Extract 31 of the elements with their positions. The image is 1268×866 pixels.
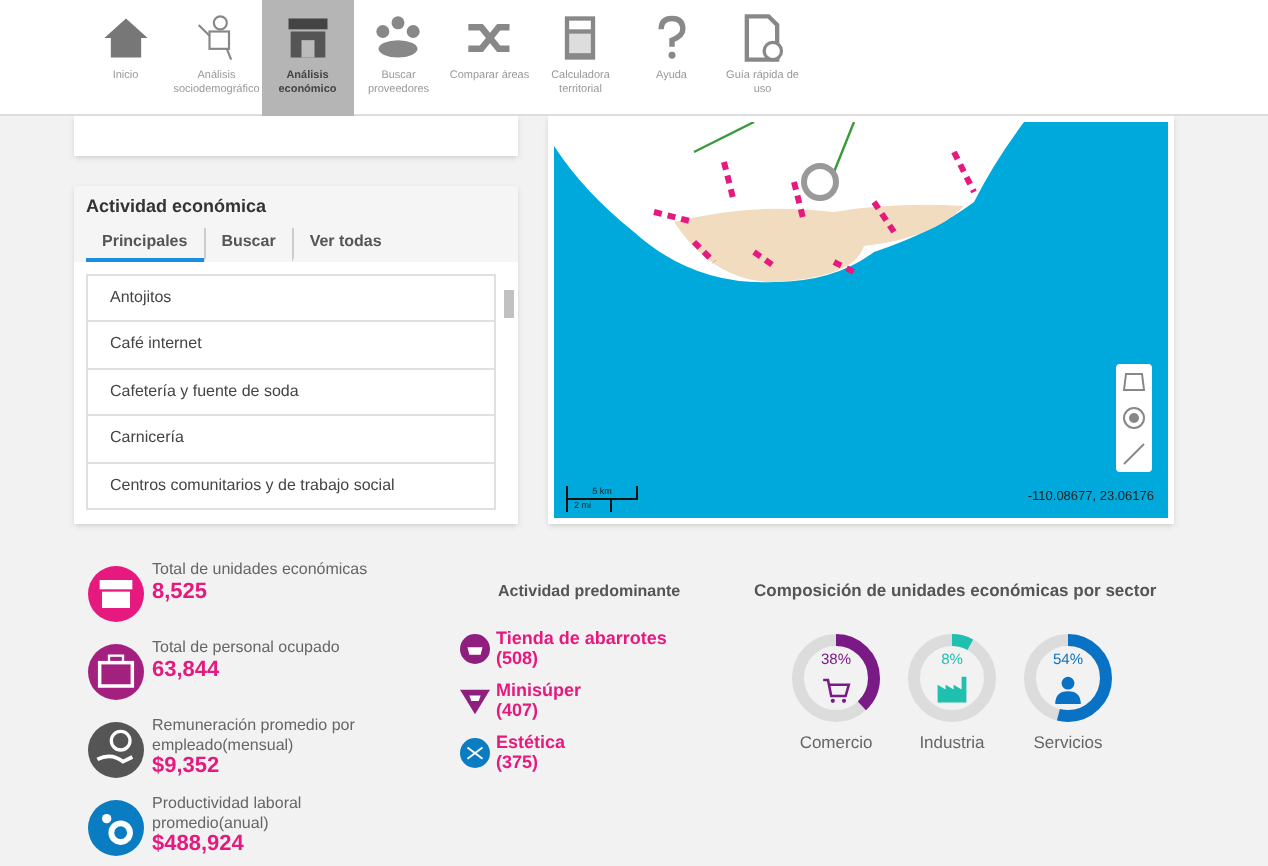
stat-label: Productividad laboral promedio(anual) xyxy=(152,794,304,832)
sector-label: Industria xyxy=(919,729,985,755)
section-title: Composición de unidades económicas por sector xyxy=(754,578,1157,604)
stat-label: Total de unidades económicas xyxy=(152,560,368,579)
stat-label: Total de personal ocupado xyxy=(152,638,342,657)
activity-count: (375) xyxy=(496,752,541,772)
target-icon[interactable] xyxy=(1122,406,1146,430)
activity-name: Estética xyxy=(496,732,566,752)
activity-count: (407) xyxy=(496,700,541,720)
list-item[interactable]: Antojitos xyxy=(86,273,496,322)
factory-icon xyxy=(937,676,967,702)
sector-label: Comercio xyxy=(799,729,873,755)
list-item[interactable]: Café internet xyxy=(86,320,496,369)
stat-value: 63,844 xyxy=(152,657,222,681)
list-item[interactable]: Carnicería xyxy=(86,414,496,463)
line-icon[interactable] xyxy=(1122,442,1146,466)
stat-label: Remuneración promedio por empleado(mensual) xyxy=(152,716,357,754)
list-item[interactable]: Centros comunitarios y de trabajo social xyxy=(86,461,496,510)
stat-value: $488,924 xyxy=(152,832,244,856)
list-item[interactable]: Cafetería y fuente de soda xyxy=(86,367,496,416)
section-title: Actividad predominante xyxy=(496,580,683,604)
sector-label: Servicios xyxy=(1033,729,1103,755)
person-icon xyxy=(1055,676,1081,704)
panel-title: Actividad económica xyxy=(84,194,269,220)
polygon-icon[interactable] xyxy=(1122,370,1146,394)
stat-value: 8,525 xyxy=(152,579,210,603)
activity-name: Tienda de abarrotes xyxy=(496,628,667,648)
cart-icon xyxy=(823,678,851,703)
activity-name: Minisúper xyxy=(496,680,582,700)
activity-count: (508) xyxy=(496,648,541,668)
stat-value: $9,352 xyxy=(152,754,220,778)
